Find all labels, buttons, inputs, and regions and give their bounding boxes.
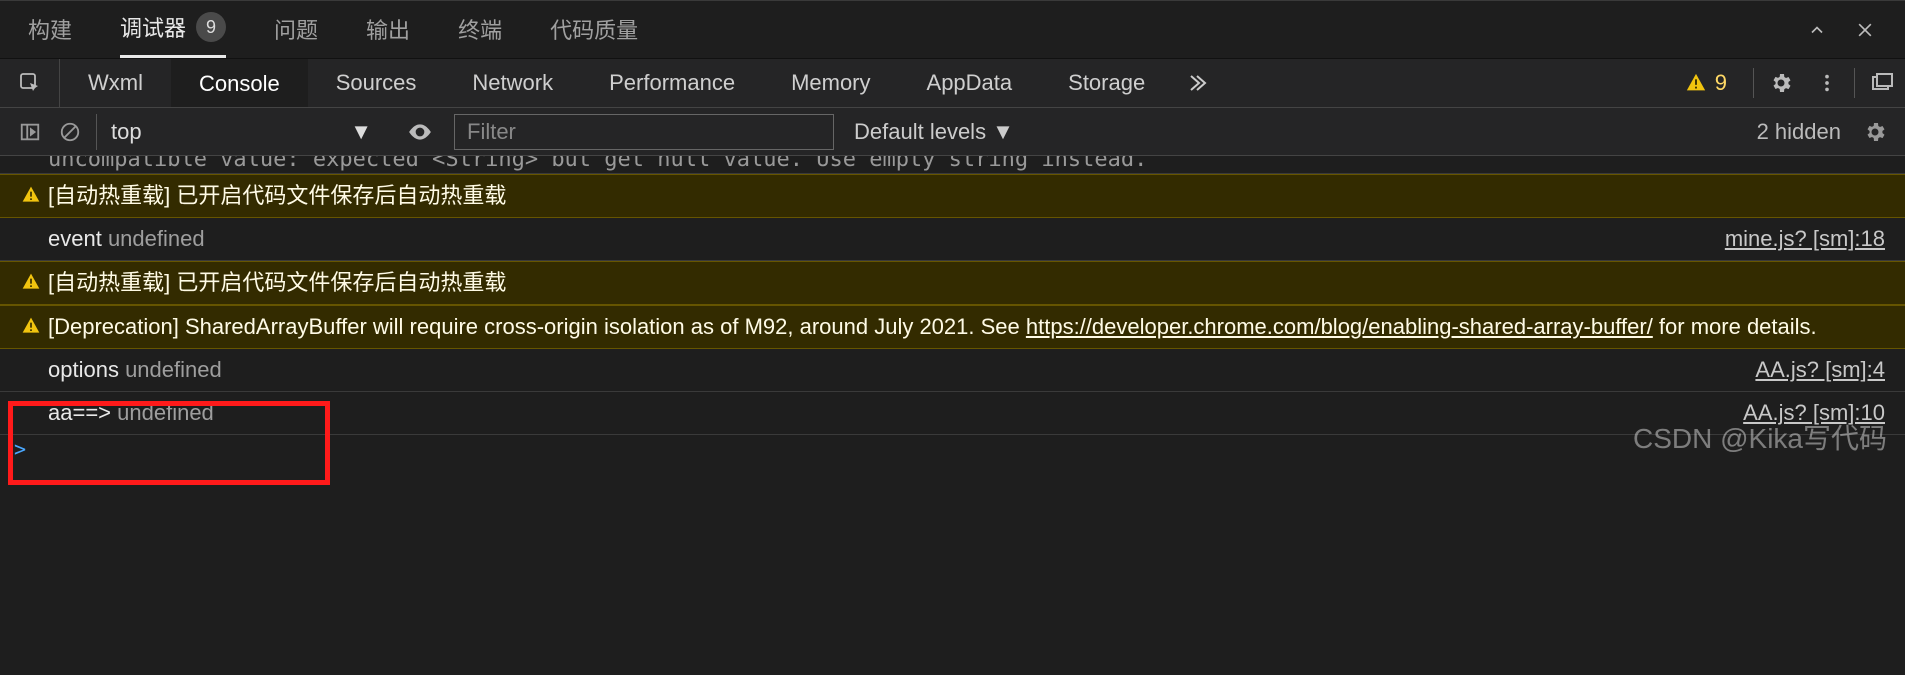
tab-memory[interactable]: Memory (763, 59, 898, 107)
log-value: undefined (117, 400, 214, 425)
log-text: 已开启代码文件保存后自动热重载 (170, 183, 506, 208)
tab-storage[interactable]: Storage (1040, 59, 1173, 107)
tab-terminal[interactable]: 终端 (458, 3, 502, 57)
live-expression-icon[interactable] (400, 119, 440, 145)
truncated-log-row: uncompatible value: expected <String> bu… (0, 156, 1905, 174)
execution-context-value: top (111, 119, 142, 145)
tab-wxml[interactable]: Wxml (60, 59, 171, 107)
log-row[interactable]: options undefined AA.js? [sm]:4 (0, 349, 1905, 392)
warning-icon (14, 268, 48, 292)
dock-side-icon[interactable] (1859, 71, 1905, 95)
settings-icon[interactable] (1758, 71, 1804, 95)
devtools-tabs: Wxml Console Sources Network Performance… (0, 58, 1905, 108)
log-source-link[interactable]: AA.js? [sm]:4 (1755, 355, 1885, 385)
inspect-element-icon[interactable] (0, 59, 60, 107)
tab-code-quality[interactable]: 代码质量 (550, 3, 638, 57)
console-log-list: uncompatible value: expected <String> bu… (0, 156, 1905, 463)
collapse-panel-icon[interactable] (1797, 10, 1837, 50)
tab-performance[interactable]: Performance (581, 59, 763, 107)
log-source-link[interactable]: mine.js? [sm]:18 (1725, 224, 1885, 254)
tab-issues[interactable]: 问题 (274, 3, 318, 57)
console-filter-input[interactable] (454, 114, 834, 150)
log-row[interactable]: [Deprecation] SharedArrayBuffer will req… (0, 305, 1905, 349)
debugger-count-badge: 9 (196, 12, 226, 42)
log-text: options (48, 357, 125, 382)
chevron-down-icon: ▼ (350, 119, 372, 145)
log-row[interactable]: event undefined mine.js? [sm]:18 (0, 218, 1905, 261)
deprecation-link[interactable]: https://developer.chrome.com/blog/enabli… (1026, 314, 1653, 339)
warning-icon (14, 181, 48, 205)
hidden-messages-label[interactable]: 2 hidden (1757, 119, 1841, 145)
close-panel-icon[interactable] (1845, 10, 1885, 50)
console-settings-icon[interactable] (1855, 120, 1895, 144)
log-source-link[interactable]: AA.js? [sm]:10 (1743, 398, 1885, 428)
log-text: aa==> (48, 400, 117, 425)
clear-console-icon[interactable] (50, 121, 90, 143)
tab-sources[interactable]: Sources (308, 59, 445, 107)
tab-network[interactable]: Network (444, 59, 581, 107)
warnings-count: 9 (1715, 70, 1727, 96)
kebab-menu-icon[interactable] (1804, 72, 1850, 94)
log-row[interactable]: [自动热重载] 已开启代码文件保存后自动热重载 (0, 174, 1905, 218)
log-tag: [自动热重载] (48, 270, 170, 295)
log-value: undefined (125, 357, 222, 382)
toggle-console-sidebar-icon[interactable] (10, 121, 50, 143)
tab-debugger[interactable]: 调试器 9 (120, 1, 226, 58)
log-text: event (48, 226, 108, 251)
tab-appdata[interactable]: AppData (899, 59, 1041, 107)
log-level-selector[interactable]: Default levels ▼ (854, 119, 1014, 145)
console-prompt[interactable]: > (0, 435, 1905, 463)
log-row[interactable]: aa==> undefined AA.js? [sm]:10 (0, 392, 1905, 435)
panel-top-tabs: 构建 调试器 9 问题 输出 终端 代码质量 (0, 0, 1905, 58)
warning-icon (14, 312, 48, 336)
tab-build[interactable]: 构建 (28, 3, 72, 57)
console-toolbar: top ▼ Default levels ▼ 2 hidden (0, 108, 1905, 156)
log-value: undefined (108, 226, 205, 251)
more-tabs-icon[interactable] (1173, 71, 1219, 95)
tab-console[interactable]: Console (171, 59, 308, 107)
tab-output[interactable]: 输出 (366, 3, 410, 57)
log-text: [Deprecation] SharedArrayBuffer will req… (48, 314, 1026, 339)
warnings-badge[interactable]: 9 (1685, 70, 1727, 96)
log-text: 已开启代码文件保存后自动热重载 (170, 270, 506, 295)
tab-debugger-label: 调试器 (120, 11, 186, 43)
log-text-tail: for more details. (1653, 314, 1817, 339)
execution-context-selector[interactable]: top ▼ (96, 114, 386, 150)
log-tag: [自动热重载] (48, 183, 170, 208)
log-row[interactable]: [自动热重载] 已开启代码文件保存后自动热重载 (0, 261, 1905, 305)
